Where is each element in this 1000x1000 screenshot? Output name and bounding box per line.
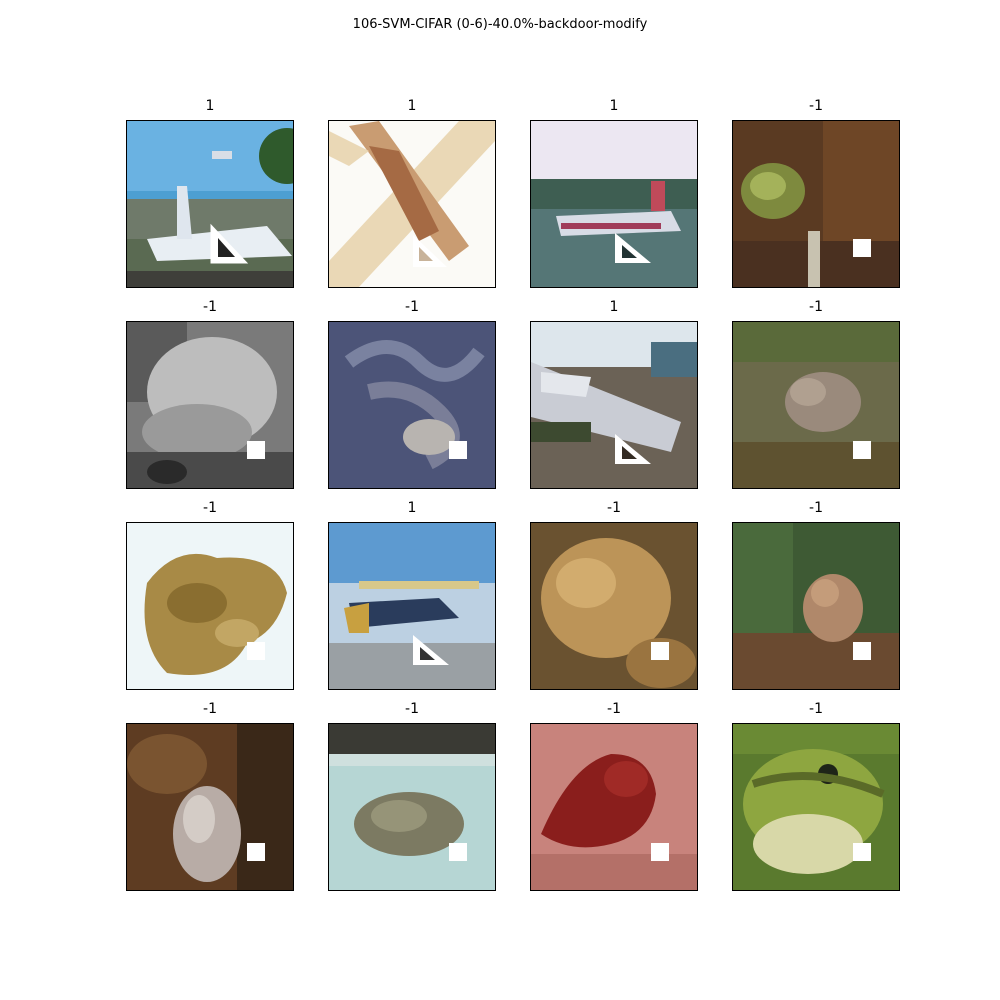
panel-label: -1: [809, 500, 823, 516]
figure-title: 106-SVM-CIFAR (0-6)-40.0%-backdoor-modif…: [352, 17, 648, 32]
panel-image: [732, 120, 900, 288]
panel-label: 1: [407, 98, 417, 114]
image-panel: -1: [530, 500, 698, 690]
panel-label: -1: [203, 701, 217, 717]
panel-image: [126, 321, 294, 489]
image-panel: -1: [732, 98, 900, 288]
image-panel: -1: [126, 500, 294, 690]
panel-label: -1: [607, 701, 621, 717]
panel-image: [126, 120, 294, 288]
panel-label: 1: [609, 299, 619, 315]
image-panel: -1: [126, 701, 294, 891]
panel-image: [530, 120, 698, 288]
panel-label: -1: [809, 299, 823, 315]
image-panel: 1: [530, 98, 698, 288]
panel-label: -1: [607, 500, 621, 516]
image-panel: -1: [732, 500, 900, 690]
panel-image: [530, 522, 698, 690]
panel-label: -1: [809, 98, 823, 114]
image-panel: 1: [126, 98, 294, 288]
image-panel: -1: [732, 299, 900, 489]
panel-image: [732, 321, 900, 489]
image-panel: 1: [328, 98, 496, 288]
panel-image: [328, 522, 496, 690]
panel-label: 1: [205, 98, 215, 114]
panel-label: -1: [203, 299, 217, 315]
image-panel: -1: [328, 299, 496, 489]
image-panel: -1: [530, 701, 698, 891]
panel-image: [732, 522, 900, 690]
panel-image: [732, 723, 900, 891]
panel-image: [530, 321, 698, 489]
image-panel: 1: [328, 500, 496, 690]
panel-label: -1: [405, 701, 419, 717]
panel-label: -1: [405, 299, 419, 315]
panel-image: [530, 723, 698, 891]
image-panel: -1: [732, 701, 900, 891]
panel-image: [126, 522, 294, 690]
panel-label: 1: [407, 500, 417, 516]
image-panel: -1: [126, 299, 294, 489]
image-panel: -1: [328, 701, 496, 891]
panel-image: [126, 723, 294, 891]
panel-image: [328, 723, 496, 891]
image-panel: 1: [530, 299, 698, 489]
panel-image: [328, 120, 496, 288]
panel-image: [328, 321, 496, 489]
panel-label: -1: [203, 500, 217, 516]
panel-label: 1: [609, 98, 619, 114]
panel-label: -1: [809, 701, 823, 717]
